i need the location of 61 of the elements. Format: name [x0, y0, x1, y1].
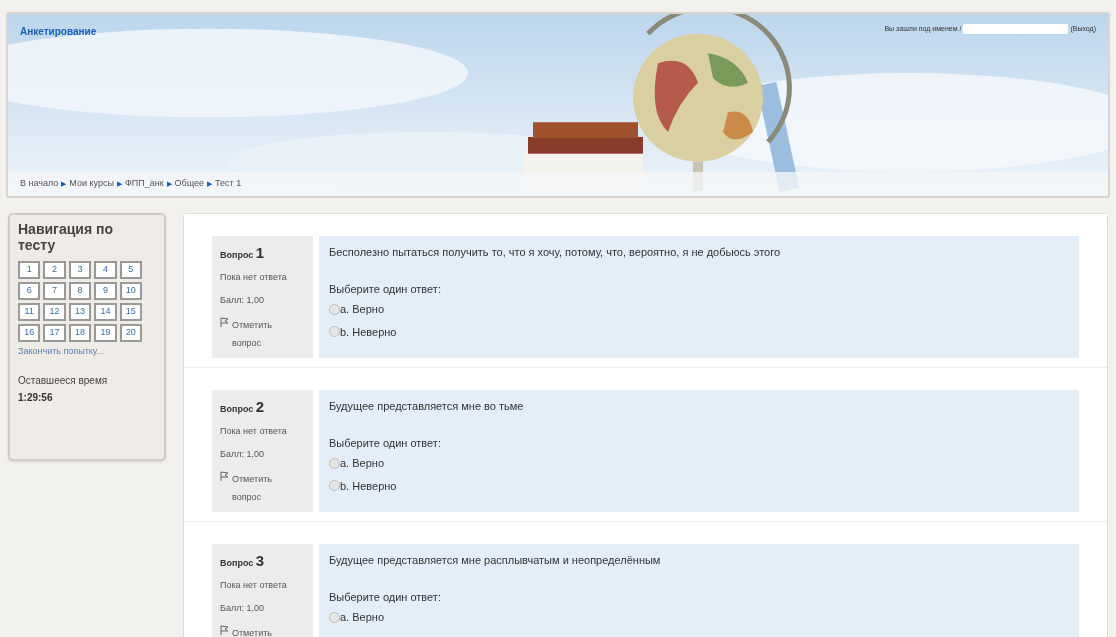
- question-text: Будущее представляется мне расплывчатым и неопределённым: [329, 553, 662, 568]
- breadcrumb-link[interactable]: ФПП_анк: [124, 177, 164, 191]
- timer-label: Оставшееся время: [18, 373, 109, 388]
- breadcrumb-link[interactable]: В начало: [20, 177, 59, 191]
- answer-status: Пока нет ответа: [220, 270, 288, 284]
- question-nav-button[interactable]: 13: [68, 303, 92, 321]
- question-nav-button[interactable]: 2: [43, 261, 66, 279]
- question-text: Бесполезно пытаться получить то, что я хочу, потому, что, вероятно, я не добьюсь этого: [329, 245, 782, 260]
- breadcrumb-link[interactable]: Мои курсы: [69, 177, 114, 191]
- question-nav-button[interactable]: 1: [18, 261, 41, 279]
- question-nav-button[interactable]: 12: [43, 303, 66, 321]
- flag-icon[interactable]: [220, 316, 229, 328]
- flag-icon[interactable]: [220, 470, 229, 482]
- question-nav-button[interactable]: 4: [94, 261, 117, 279]
- block-title: Навигация по тесту: [18, 221, 114, 253]
- question-nav-button[interactable]: 19: [94, 324, 117, 342]
- question-nav-button[interactable]: 8: [68, 282, 92, 300]
- question-text: Будущее представляется мне во тьме: [329, 399, 525, 414]
- answer-status: Пока нет ответа: [220, 578, 288, 592]
- question-number: Вопрос 3: [220, 551, 266, 571]
- flag-question-link[interactable]: Отметить вопрос: [232, 315, 282, 352]
- question-nav-button[interactable]: 16: [18, 324, 41, 342]
- question-nav-button[interactable]: 3: [68, 261, 92, 279]
- breadcrumb-link[interactable]: Тест 1: [215, 177, 242, 191]
- answer-prompt: Выберите один ответ:: [329, 435, 442, 451]
- answer-prompt: Выберите один ответ:: [329, 281, 442, 297]
- question-score: Балл: 1,00: [220, 294, 265, 307]
- flag-question-link[interactable]: Отметить: [232, 623, 282, 637]
- finish-attempt-link[interactable]: Закончить попытку...: [18, 345, 156, 359]
- question-nav-button[interactable]: 18: [68, 324, 92, 342]
- answer-option[interactable]: b. Неверно: [329, 323, 1069, 340]
- radio-button[interactable]: [329, 326, 340, 338]
- radio-button[interactable]: [329, 480, 340, 492]
- breadcrumb-link[interactable]: Общее: [174, 177, 205, 191]
- flag-question-link[interactable]: Отметить вопрос: [232, 469, 282, 506]
- question-number: Вопрос 2: [220, 397, 266, 417]
- question-nav-button[interactable]: 9: [94, 282, 117, 300]
- answer-status: Пока нет ответа: [220, 424, 288, 438]
- answer-option[interactable]: a. Верно: [329, 301, 1069, 318]
- question-nav-button[interactable]: 17: [43, 324, 66, 342]
- radio-button[interactable]: [329, 303, 340, 315]
- question-number: Вопрос 1: [220, 243, 266, 263]
- answer-option[interactable]: b. Неверно: [329, 477, 1069, 494]
- question-nav-button[interactable]: 11: [18, 303, 41, 321]
- site-title[interactable]: Анкетирование: [20, 24, 97, 39]
- question-nav-button[interactable]: 20: [119, 324, 142, 342]
- question-nav-button[interactable]: 15: [119, 303, 142, 321]
- flag-icon[interactable]: [220, 624, 229, 636]
- timer-value: 1:29:56: [18, 390, 54, 405]
- question-score: Балл: 1,00: [220, 448, 265, 461]
- answer-option[interactable]: a. Верно: [329, 455, 1069, 472]
- question-score: Балл: 1,00: [220, 602, 265, 615]
- answer-option[interactable]: a. Верно: [329, 609, 1069, 626]
- question-nav-button[interactable]: 5: [119, 261, 142, 279]
- question-nav-button[interactable]: 14: [94, 303, 117, 321]
- question-nav-button[interactable]: 10: [119, 282, 142, 300]
- question-nav-button[interactable]: 6: [18, 282, 41, 300]
- radio-button[interactable]: [329, 457, 340, 469]
- answer-prompt: Выберите один ответ:: [329, 589, 442, 605]
- question-nav-button[interactable]: 7: [43, 282, 66, 300]
- radio-button[interactable]: [329, 611, 340, 623]
